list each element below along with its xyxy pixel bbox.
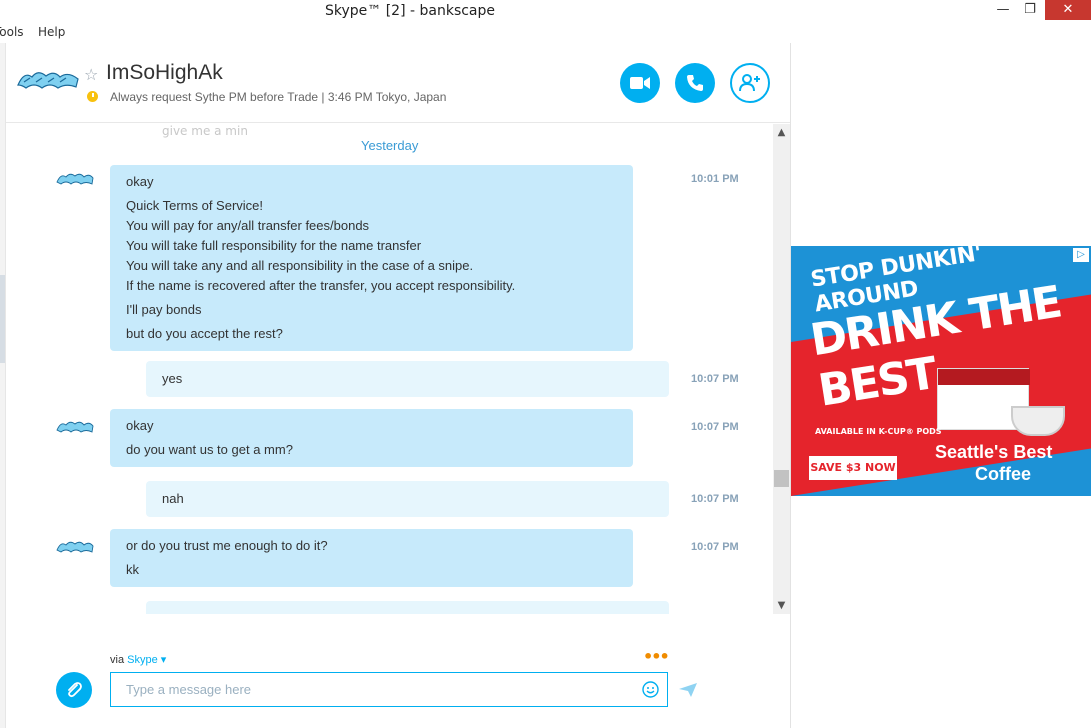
compose-area: via Skype ▾ ••• [6, 614, 790, 728]
close-button[interactable]: ✕ [1045, 0, 1091, 20]
video-call-button[interactable] [620, 63, 660, 103]
phone-icon [687, 75, 703, 91]
scroll-thumb[interactable] [774, 470, 789, 487]
day-separator: Yesterday [361, 138, 419, 153]
message-text: You will pay for any/all transfer fees/b… [126, 218, 370, 233]
message-timestamp: 10:07 PM [691, 493, 739, 505]
message-text: kk [126, 562, 139, 577]
advertisement-banner[interactable]: ▷ STOP DUNKIN' AROUND DRINK THE BEST AVA… [791, 246, 1091, 496]
chat-scrollbar[interactable]: ▲ ▼ [773, 124, 790, 614]
message-text: do you want us to get a mm? [126, 442, 293, 457]
chat-history[interactable]: give me a min Yesterday okay Quick Terms… [6, 124, 773, 614]
paperclip-icon [68, 682, 82, 698]
menu-help[interactable]: Help [38, 25, 65, 39]
coffee-cup-image [1011, 406, 1065, 436]
contact-name: ImSoHighAk [106, 61, 223, 84]
message-text: okay [126, 418, 154, 433]
message-text: but do you accept the rest? [126, 326, 283, 341]
send-icon[interactable] [679, 682, 697, 698]
message-timestamp: 10:07 PM [691, 373, 739, 385]
sender-avatar[interactable] [56, 170, 94, 186]
window-title: Skype™ [2] - bankscape [324, 3, 496, 19]
message-text: I'll pay bonds [126, 302, 202, 317]
send-via-selector[interactable]: via Skype ▾ [110, 653, 166, 666]
message-text: yes [162, 371, 183, 386]
add-person-icon [739, 74, 760, 92]
menu-tools[interactable]: Tools [0, 25, 24, 39]
sender-avatar[interactable] [56, 418, 94, 434]
message-timestamp: 10:01 PM [691, 173, 739, 185]
contact-mood-message: Always request Sythe PM before Trade | 3… [110, 90, 447, 104]
contact-avatar[interactable] [16, 67, 80, 91]
message-text: nah [162, 491, 184, 506]
message-timestamp: 10:07 PM [691, 421, 739, 433]
left-panel-splitter[interactable] [0, 275, 5, 363]
emoticon-icon[interactable] [642, 681, 659, 698]
via-label: via [110, 654, 125, 666]
message-text: Quick Terms of Service! [126, 198, 264, 213]
message-bubble-incoming: or do you trust me enough to do it? kk [110, 529, 633, 587]
message-input[interactable] [110, 672, 668, 707]
via-service[interactable]: Skype [127, 654, 158, 666]
scroll-up-arrow-icon[interactable]: ▲ [773, 124, 790, 141]
attach-button[interactable] [56, 672, 92, 708]
maximize-button[interactable]: ❐ [1016, 0, 1044, 20]
window-titlebar: Skype™ [2] - bankscape — ❐ ✕ [0, 0, 1091, 22]
sender-avatar[interactable] [56, 538, 94, 554]
conversation-header: ☆ ImSoHighAk Always request Sythe PM bef… [6, 43, 790, 123]
favorite-star-icon[interactable]: ☆ [84, 65, 98, 84]
ad-availability-text: AVAILABLE IN K-CUP® PODS [815, 427, 942, 436]
previous-message-faded: give me a min [162, 124, 248, 138]
voice-call-button[interactable] [675, 63, 715, 103]
local-time-clock-icon [87, 91, 98, 102]
add-people-button[interactable] [730, 63, 770, 103]
message-text: You will take full responsibility for th… [126, 238, 422, 253]
message-bubble-outgoing: yes [146, 361, 669, 397]
typing-indicator: ••• [643, 647, 670, 666]
ad-cta-button[interactable]: SAVE $3 NOW [809, 456, 897, 480]
message-text: or do you trust me enough to do it? [126, 538, 328, 553]
ad-brand-name: Seattle's Best [935, 442, 1053, 462]
message-text: okay [126, 174, 154, 189]
chevron-down-icon[interactable]: ▾ [161, 654, 167, 666]
message-bubble-outgoing-partial [146, 601, 669, 614]
menu-bar: Tools Help [0, 22, 790, 43]
message-text: You will take any and all responsibility… [126, 258, 474, 273]
scroll-down-arrow-icon[interactable]: ▼ [773, 597, 790, 614]
video-camera-icon [630, 77, 650, 89]
ad-brand-name-coffee: Coffee [975, 464, 1032, 484]
message-text: If the name is recovered after the trans… [126, 278, 516, 293]
message-bubble-incoming: okay Quick Terms of Service! You will pa… [110, 165, 633, 351]
message-bubble-outgoing: nah [146, 481, 669, 517]
message-bubble-incoming: okay do you want us to get a mm? [110, 409, 633, 467]
minimize-button[interactable]: — [990, 0, 1016, 20]
message-timestamp: 10:07 PM [691, 541, 739, 553]
